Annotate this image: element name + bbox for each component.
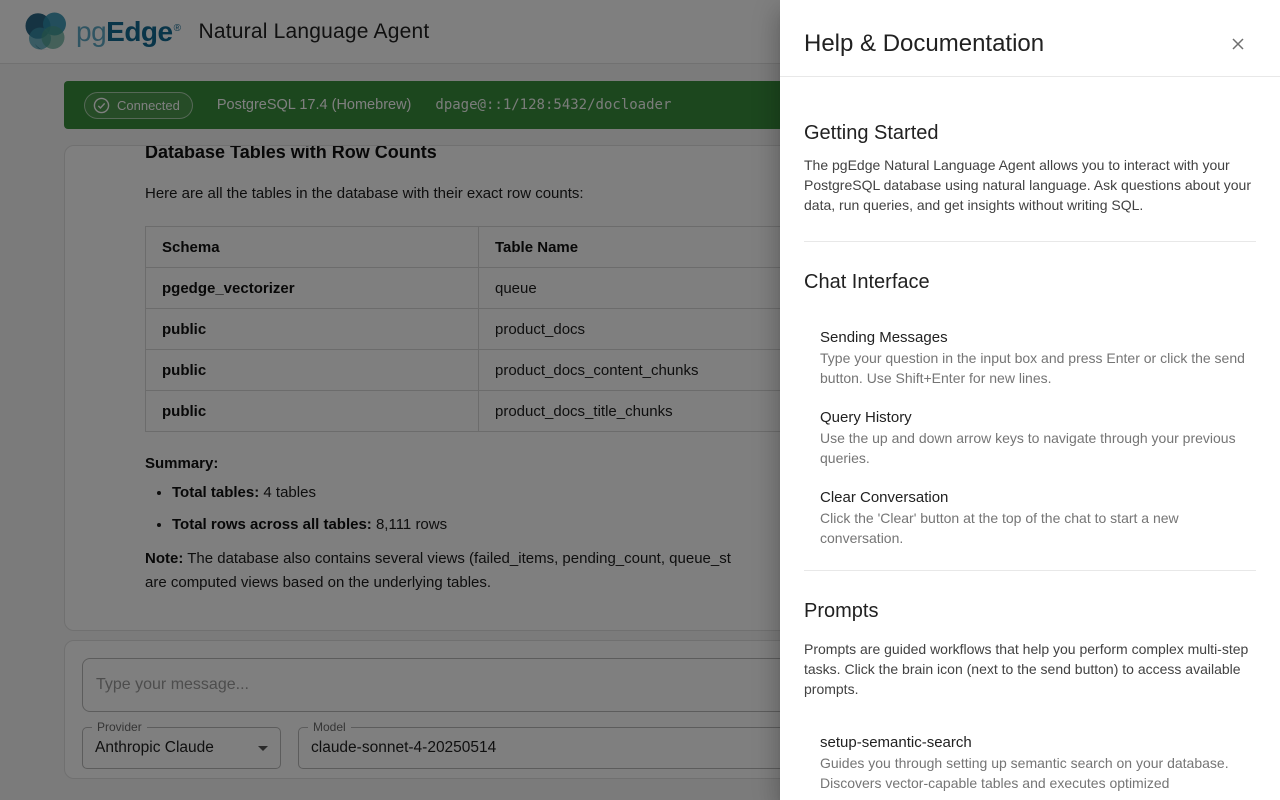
help-drawer: Help & Documentation Getting Started The… bbox=[780, 0, 1280, 800]
getting-started-body: The pgEdge Natural Language Agent allows… bbox=[804, 155, 1256, 215]
divider bbox=[804, 570, 1256, 571]
help-item-clear-conversation: Clear Conversation Click the 'Clear' but… bbox=[820, 488, 1256, 548]
close-icon bbox=[1228, 34, 1248, 54]
section-heading-prompts: Prompts bbox=[804, 597, 1256, 625]
section-heading-getting-started: Getting Started bbox=[804, 119, 1256, 147]
help-item-description: Click the 'Clear' button at the top of t… bbox=[820, 508, 1256, 548]
help-item-description: Type your question in the input box and … bbox=[820, 348, 1256, 388]
help-drawer-title: Help & Documentation bbox=[804, 28, 1044, 60]
prompts-body: Prompts are guided workflows that help y… bbox=[804, 639, 1256, 699]
help-item-title: Query History bbox=[820, 408, 1256, 428]
help-item-title: setup-semantic-search bbox=[820, 733, 1256, 753]
help-item-title: Clear Conversation bbox=[820, 488, 1256, 508]
help-item-description: Guides you through setting up semantic s… bbox=[820, 753, 1256, 793]
close-button[interactable] bbox=[1220, 26, 1256, 62]
divider bbox=[780, 76, 1280, 77]
help-item-description: Use the up and down arrow keys to naviga… bbox=[820, 428, 1256, 468]
help-item-sending-messages: Sending Messages Type your question in t… bbox=[820, 328, 1256, 388]
help-item-query-history: Query History Use the up and down arrow … bbox=[820, 408, 1256, 468]
help-item-setup-semantic-search: setup-semantic-search Guides you through… bbox=[820, 733, 1256, 793]
section-heading-chat-interface: Chat Interface bbox=[804, 268, 1256, 296]
divider bbox=[804, 241, 1256, 242]
help-item-title: Sending Messages bbox=[820, 328, 1256, 348]
